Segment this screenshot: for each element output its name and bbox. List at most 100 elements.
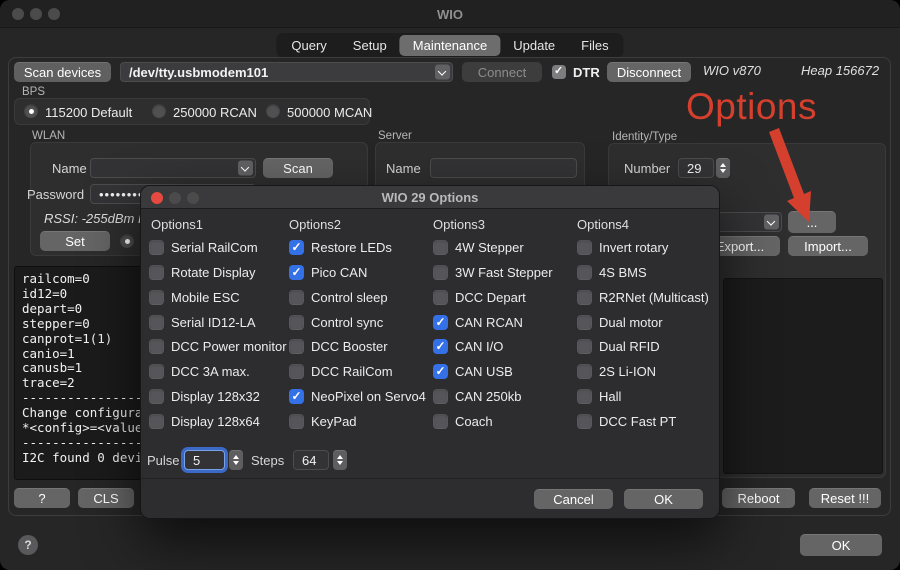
reboot-button[interactable]: Reboot <box>722 488 795 508</box>
option-row[interactable]: Restore LEDs <box>289 240 392 255</box>
tab-setup[interactable]: Setup <box>340 35 400 56</box>
option-row[interactable]: Control sleep <box>289 290 388 305</box>
option-row[interactable]: KeyPad <box>289 414 357 429</box>
option-checkbox[interactable] <box>433 265 448 280</box>
option-row[interactable]: Dual motor <box>577 315 663 330</box>
identity-number-stepper[interactable] <box>716 158 730 178</box>
option-checkbox[interactable] <box>577 290 592 305</box>
tab-files[interactable]: Files <box>568 35 621 56</box>
dtr-checkbox[interactable] <box>552 65 566 79</box>
option-checkbox[interactable] <box>149 315 164 330</box>
bps-250000-radio[interactable] <box>152 104 166 118</box>
option-row[interactable]: R2RNet (Multicast) <box>577 290 709 305</box>
option-row[interactable]: 4S BMS <box>577 265 647 280</box>
cls-button[interactable]: CLS <box>78 488 134 508</box>
option-row[interactable]: Dual RFID <box>577 339 660 354</box>
option-checkbox[interactable] <box>149 240 164 255</box>
option-checkbox[interactable] <box>149 364 164 379</box>
option-checkbox[interactable] <box>433 315 448 330</box>
import-button[interactable]: Import... <box>788 236 868 256</box>
option-row[interactable]: CAN 250kb <box>433 389 521 404</box>
option-checkbox[interactable] <box>577 240 592 255</box>
option-row[interactable]: DCC 3A max. <box>149 364 250 379</box>
pulse-field[interactable]: 5 <box>184 450 225 470</box>
main-ok-button[interactable]: OK <box>800 534 882 556</box>
option-row[interactable]: Serial RailCom <box>149 240 258 255</box>
tab-maintenance[interactable]: Maintenance <box>400 35 500 56</box>
disconnect-button[interactable]: Disconnect <box>607 62 691 82</box>
option-checkbox[interactable] <box>433 290 448 305</box>
pulse-stepper[interactable] <box>229 450 243 470</box>
steps-stepper[interactable] <box>333 450 347 470</box>
identity-number-field[interactable]: 29 <box>678 158 714 178</box>
option-checkbox[interactable] <box>149 290 164 305</box>
option-row[interactable]: 2S Li-ION <box>577 364 656 379</box>
option-checkbox[interactable] <box>577 389 592 404</box>
option-row[interactable]: DCC Depart <box>433 290 526 305</box>
identity-list-panel[interactable] <box>723 278 883 474</box>
option-row[interactable]: DCC Power monitor <box>149 339 287 354</box>
option-row[interactable]: DCC Fast PT <box>577 414 676 429</box>
option-row[interactable]: CAN I/O <box>433 339 503 354</box>
option-row[interactable]: CAN USB <box>433 364 513 379</box>
option-checkbox[interactable] <box>433 364 448 379</box>
dialog-titlebar[interactable]: WIO 29 Options <box>141 186 719 209</box>
option-row[interactable]: NeoPixel on Servo4 <box>289 389 426 404</box>
server-name-field[interactable] <box>430 158 577 178</box>
chevron-down-icon[interactable] <box>435 65 450 80</box>
scan-devices-button[interactable]: Scan devices <box>14 62 111 82</box>
bps-500000-radio[interactable] <box>266 104 280 118</box>
bps-115200-radio[interactable] <box>24 104 38 118</box>
option-checkbox[interactable] <box>577 265 592 280</box>
option-checkbox[interactable] <box>289 414 304 429</box>
wlan-name-dropdown[interactable] <box>90 158 256 178</box>
help-circle-icon[interactable]: ? <box>18 535 38 555</box>
wlan-radio[interactable] <box>120 234 134 248</box>
chevron-down-icon[interactable] <box>764 215 779 230</box>
option-checkbox[interactable] <box>149 339 164 354</box>
tab-update[interactable]: Update <box>500 35 568 56</box>
option-checkbox[interactable] <box>577 414 592 429</box>
option-row[interactable]: 3W Fast Stepper <box>433 265 553 280</box>
option-row[interactable]: Pico CAN <box>289 265 367 280</box>
option-checkbox[interactable] <box>289 389 304 404</box>
option-checkbox[interactable] <box>577 364 592 379</box>
option-row[interactable]: Coach <box>433 414 493 429</box>
options-more-button[interactable]: ... <box>788 211 836 233</box>
reset-button[interactable]: Reset !!! <box>809 488 881 508</box>
option-row[interactable]: Control sync <box>289 315 383 330</box>
option-row[interactable]: Hall <box>577 389 621 404</box>
option-checkbox[interactable] <box>577 339 592 354</box>
option-checkbox[interactable] <box>289 315 304 330</box>
option-row[interactable]: Rotate Display <box>149 265 256 280</box>
option-checkbox[interactable] <box>149 414 164 429</box>
tab-query[interactable]: Query <box>278 35 339 56</box>
option-checkbox[interactable] <box>289 240 304 255</box>
dialog-ok-button[interactable]: OK <box>624 489 703 509</box>
option-checkbox[interactable] <box>149 265 164 280</box>
option-row[interactable]: DCC Booster <box>289 339 388 354</box>
option-checkbox[interactable] <box>433 240 448 255</box>
option-row[interactable]: Display 128x32 <box>149 389 260 404</box>
option-checkbox[interactable] <box>289 290 304 305</box>
option-row[interactable]: Invert rotary <box>577 240 668 255</box>
option-row[interactable]: Mobile ESC <box>149 290 240 305</box>
wlan-set-button[interactable]: Set <box>40 231 110 251</box>
option-checkbox[interactable] <box>289 339 304 354</box>
chevron-down-icon[interactable] <box>238 161 253 176</box>
option-row[interactable]: DCC RailCom <box>289 364 393 379</box>
option-checkbox[interactable] <box>149 389 164 404</box>
option-checkbox[interactable] <box>289 364 304 379</box>
wlan-scan-button[interactable]: Scan <box>263 158 333 178</box>
option-checkbox[interactable] <box>433 414 448 429</box>
option-checkbox[interactable] <box>289 265 304 280</box>
steps-field[interactable]: 64 <box>293 450 329 470</box>
option-row[interactable]: CAN RCAN <box>433 315 523 330</box>
option-checkbox[interactable] <box>433 389 448 404</box>
option-checkbox[interactable] <box>433 339 448 354</box>
help-button[interactable]: ? <box>14 488 70 508</box>
option-row[interactable]: Serial ID12-LA <box>149 315 256 330</box>
dialog-cancel-button[interactable]: Cancel <box>534 489 613 509</box>
option-checkbox[interactable] <box>577 315 592 330</box>
option-row[interactable]: Display 128x64 <box>149 414 260 429</box>
